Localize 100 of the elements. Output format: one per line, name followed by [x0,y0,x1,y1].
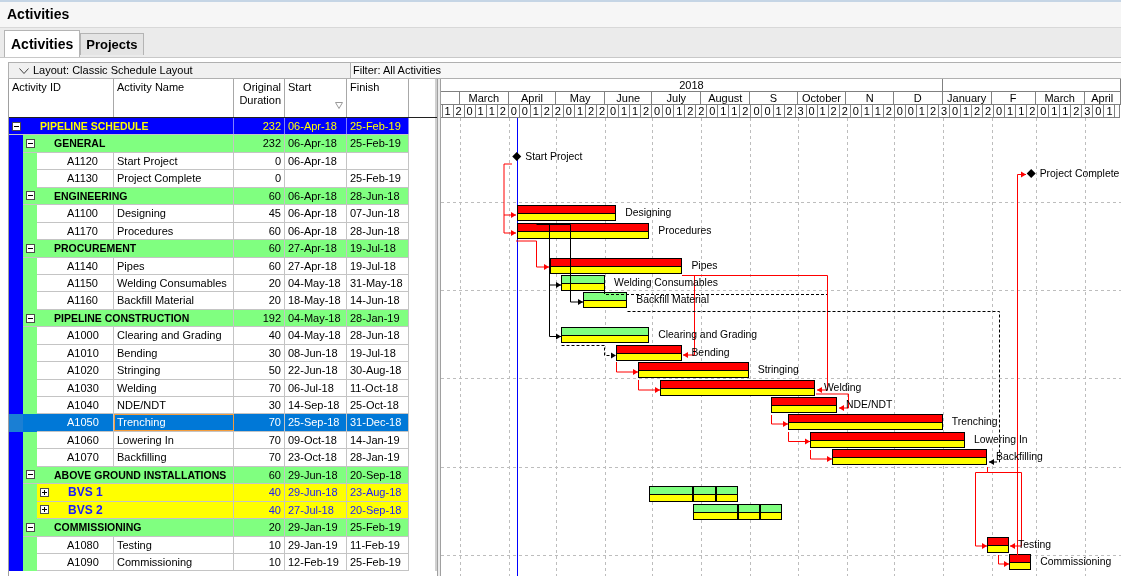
collapse-icon[interactable] [25,243,35,253]
outline-band [9,135,23,153]
start-date-cell: 29-Jan-19 [285,519,347,536]
timescale-month-cell: April [1084,92,1121,105]
timescale-month-cell: March [459,92,509,105]
timescale-week-cell: 1 [530,105,542,118]
collapse-icon[interactable] [11,121,21,131]
start-date-cell: 23-Oct-18 [285,449,347,466]
collapse-icon[interactable] [25,522,35,532]
wbs-row[interactable]: PROCUREMENT 60 27-Apr-18 19-Jul-18 [23,240,409,258]
activity-row[interactable]: A1100 Designing 45 06-Apr-18 07-Jun-18 [37,205,409,223]
outline-band [9,397,23,415]
wbs-row[interactable]: PIPELINE SCHEDULE 232 06-Apr-18 25-Feb-19 [9,118,409,136]
timescale-week-cell: 1 [916,105,928,118]
wbs-name-cell: GENERAL [37,135,234,152]
activity-name-cell: Pipes [114,257,234,274]
filter-button[interactable]: Filter: All Activities [351,63,1121,78]
bar-label: Pipes [691,260,718,271]
timescale-week-cell: 1 [574,105,586,118]
column-header[interactable]: Finish [347,79,409,117]
start-date-cell: 08-Jun-18 [285,344,347,362]
finish-date-cell: 25-Feb-19 [347,519,409,536]
wbs-row[interactable]: COMMISSIONING 20 29-Jan-19 25-Feb-19 [23,519,409,537]
start-date-cell: 04-May-18 [285,327,347,344]
activity-row[interactable]: A1020 Stringing 50 22-Jun-18 30-Aug-18 [37,362,409,380]
timescale-month-cell: March [1035,92,1085,105]
outline-band [23,205,37,223]
tab[interactable]: Projects [80,33,144,55]
activity-row[interactable]: A1070 Backfilling 70 23-Oct-18 28-Jan-19 [37,449,409,467]
activity-name-cell: Designing [114,205,234,222]
collapse-icon[interactable] [25,139,35,149]
duration-cell: 232 [234,118,285,135]
timescale-blank-cell [441,92,460,105]
activity-name-cell: Testing [114,536,234,553]
outline-band [23,449,37,467]
start-date-cell: 06-Apr-18 [285,135,347,152]
column-header[interactable]: Activity ID [9,79,114,117]
wbs-name-cell: ABOVE GROUND INSTALLATIONS [37,466,234,484]
bar-label: Designing [625,207,672,218]
timescale-week-cell: 2 [541,105,553,118]
activity-row[interactable]: A1130 Project Complete 0 25-Feb-19 [37,170,409,188]
start-date-cell: 27-Jul-18 [285,501,347,519]
duration-cell: 232 [234,135,285,152]
timescale-week-cell: 2 [839,105,851,118]
activity-name-cell: Bending [114,344,234,362]
tab[interactable]: Activities [4,30,81,57]
timescale-week-cell: 1 [475,105,487,118]
wbs-name-cell: PIPELINE CONSTRUCTION [37,309,234,327]
wbs-name-cell: ENGINEERING [37,187,234,205]
finish-date-cell: 25-Feb-19 [347,553,409,571]
chevron-down-icon [19,67,29,74]
bar-label: Lowering In [973,434,1028,445]
start-date-cell: 04-May-18 [285,274,347,292]
activity-id-cell: A1050 [37,414,114,431]
wbs-row[interactable]: BVS 1 40 29-Jun-18 23-Aug-18 [37,484,409,502]
duration-cell: 30 [234,397,285,414]
timescale-week-cell: 2 [497,105,509,118]
finish-date-cell: 20-Sep-18 [347,501,409,519]
timescale-week-cell: 1 [861,105,873,118]
activity-row[interactable]: A1160 Backfill Material 20 18-May-18 14-Jun-18 [37,292,409,310]
collapse-icon[interactable] [25,313,35,323]
start-date-cell: 22-Jun-18 [285,362,347,379]
finish-date-cell: 28-Jun-18 [347,222,409,240]
activity-row[interactable]: A1040 NDE/NDT 30 14-Sep-18 25-Oct-18 [37,397,409,415]
activity-name-cell: Clearing and Grading [114,327,234,344]
start-date-cell: 29-Jun-18 [285,484,347,501]
activity-name-cell: Trenching [114,414,234,431]
duration-cell: 60 [234,240,285,257]
collapse-icon[interactable] [25,191,35,201]
finish-date-cell: 23-Aug-18 [347,484,409,501]
bar-label: Project Complete [1039,168,1120,179]
timescale-month-cell: D [893,92,943,105]
activity-row[interactable]: A1000 Clearing and Grading 40 04-May-18 28-Jun-18 [37,327,409,345]
wbs-name-cell: BVS 2 [51,501,234,519]
outline-band [23,484,37,502]
finish-date-cell: 14-Jun-18 [347,292,409,309]
activity-id-cell: A1100 [37,205,114,222]
wbs-name-cell: COMMISSIONING [37,519,234,536]
wbs-name-cell: BVS 1 [51,484,234,501]
duration-cell: 40 [234,501,285,519]
duration-cell: 10 [234,553,285,571]
start-date-cell: 18-May-18 [285,292,347,309]
expand-icon[interactable] [39,505,49,515]
timescale-month-cell: June [605,92,653,105]
column-header[interactable]: Activity Name [114,79,234,117]
start-date-cell: 06-Apr-18 [285,187,347,205]
activity-row[interactable]: A1050 Trenching 70 25-Sep-18 31-Dec-18 [37,414,409,432]
bar-label: Commissioning [1040,556,1112,567]
finish-date-cell: 19-Jul-18 [347,344,409,362]
activity-id-cell: A1030 [37,379,114,396]
bar-label: Start Project [525,151,583,162]
duration-cell: 20 [234,519,285,536]
expand-icon[interactable] [39,487,49,497]
collapse-icon[interactable] [25,470,35,480]
timescale-week-cell: 2 [784,105,796,118]
timescale-month-cell: January [942,92,992,105]
wbs-row[interactable]: GENERAL 232 06-Apr-18 25-Feb-19 [23,135,409,153]
window-title: Activities [0,0,1121,28]
column-header[interactable]: Start [285,79,347,117]
duration-cell: 45 [234,205,285,222]
